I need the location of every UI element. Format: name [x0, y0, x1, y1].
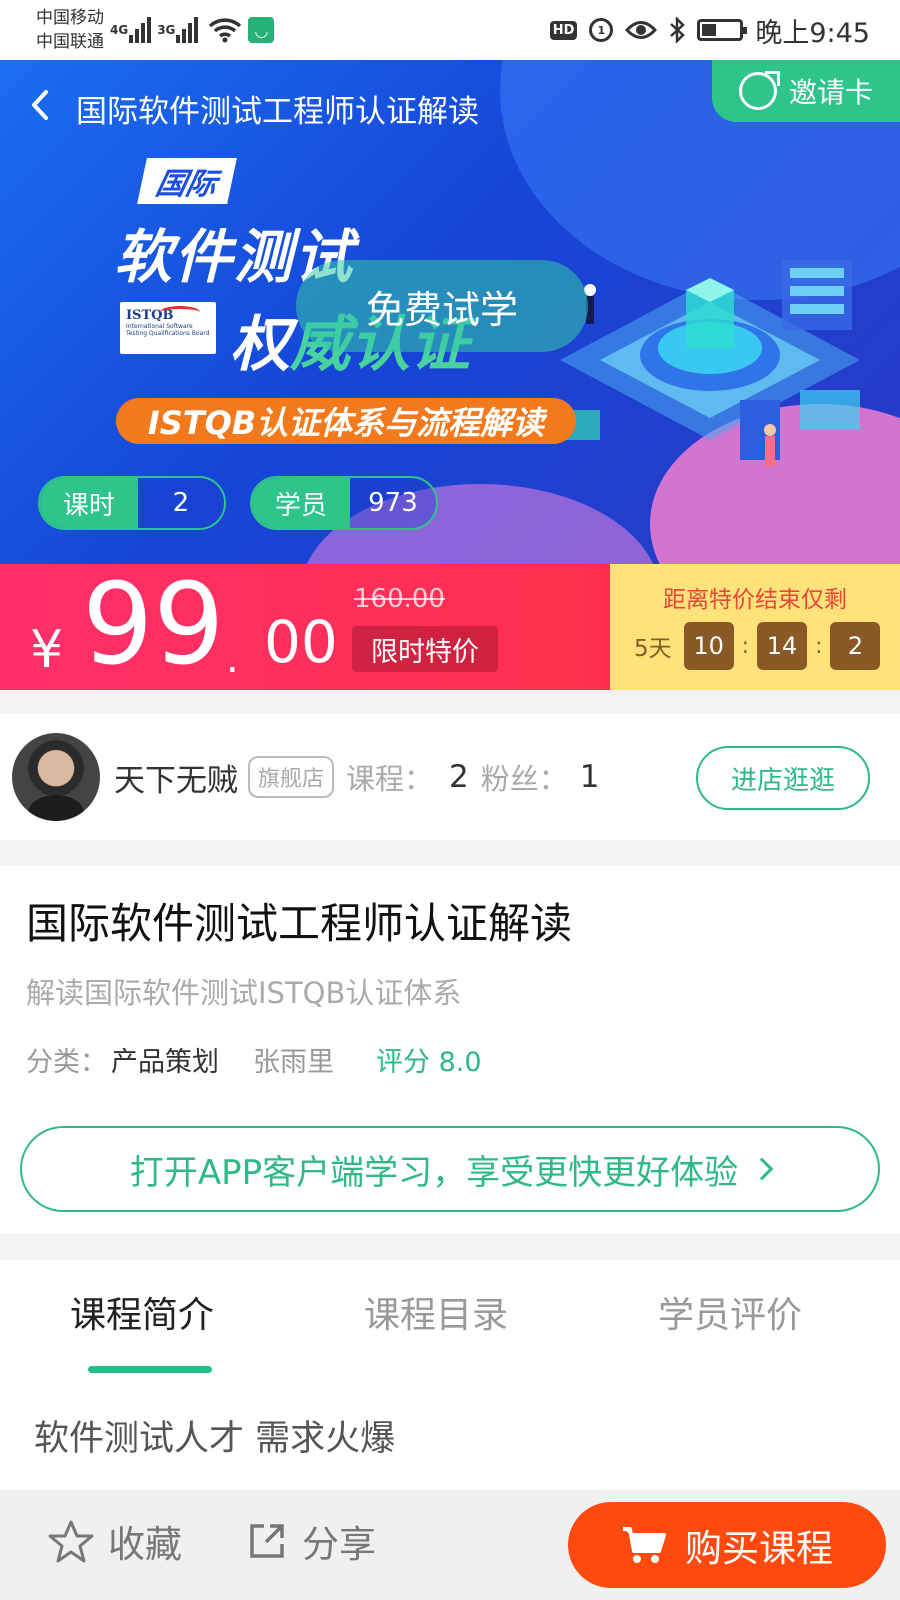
lessons-stat: 课时 2 — [38, 476, 226, 530]
countdown: 距离特价结束仅剩 5天 10 : 14 : 2 — [610, 564, 900, 690]
buy-course-button[interactable]: 购买课程 — [568, 1502, 886, 1588]
eye-comfort-icon — [625, 21, 658, 39]
share-icon — [250, 1524, 284, 1558]
invite-card-button[interactable]: 邀请卡 — [712, 60, 900, 122]
teacher-name: 张雨里 — [253, 1047, 334, 1078]
banner-tagline: ISTQB认证体系与流程解读 — [116, 398, 576, 444]
banner-badge: 国际 — [137, 158, 237, 204]
courses-label: 课程： — [346, 762, 434, 796]
signal-4g-icon: 4G — [110, 17, 152, 43]
price-bar: ¥ 99 . 00 160.00 限时特价 距离特价结束仅剩 5天 10 : 1… — [0, 560, 900, 690]
carrier-2: 中国联通 — [36, 32, 104, 52]
clock: 晚上9:45 — [755, 17, 870, 49]
course-meta: 分类： 产品策划 张雨里 评分 8.0 — [26, 1040, 482, 1079]
course-rating: 评分 8.0 — [376, 1047, 482, 1078]
countdown-minutes: 14 — [757, 622, 808, 670]
cart-icon — [623, 1527, 666, 1563]
flagship-badge: 旗舰店 — [248, 756, 335, 798]
free-trial-button[interactable]: 免费试学 — [296, 260, 588, 352]
countdown-seconds: 2 — [830, 622, 881, 670]
visit-shop-button[interactable]: 进店逛逛 — [696, 746, 870, 810]
course-title: 国际软件测试工程师认证解读 — [26, 899, 573, 948]
price-integer: 99 — [82, 560, 225, 690]
battery-icon — [697, 19, 748, 41]
limited-offer-tag: 限时特价 — [352, 626, 498, 672]
shop-name[interactable]: 天下无贼 — [114, 755, 238, 800]
bluetooth-icon — [670, 17, 686, 43]
star-icon — [48, 1520, 94, 1563]
invite-label: 邀请卡 — [788, 76, 873, 109]
course-tabs: 课程简介 课程目录 学员评价 软件测试人才 需求火爆 — [0, 1260, 900, 1492]
countdown-title: 距离特价结束仅剩 — [663, 587, 847, 613]
carrier-names: 中国移动 中国联通 — [36, 6, 104, 54]
tab-catalog[interactable]: 课程目录 — [364, 1286, 508, 1338]
signal-3g-icon: 3G — [157, 17, 199, 43]
active-tab-indicator — [88, 1366, 212, 1373]
status-bar: 中国移动 中国联通 4G 3G ◡ HD 1 晚上9:45 — [0, 0, 900, 60]
original-price: 160.00 — [354, 584, 445, 614]
category-value: 产品策划 — [111, 1047, 219, 1078]
category-label: 分类： — [26, 1047, 107, 1078]
favorite-label: 收藏 — [108, 1523, 182, 1566]
course-banner: 国际软件测试工程师认证解读 邀请卡 国际 软件测试 ISTQB Internat… — [0, 60, 900, 564]
page-title: 国际软件测试工程师认证解读 — [76, 94, 479, 130]
wifi-icon — [209, 18, 242, 43]
open-app-button[interactable]: 打开APP客户端学习，享受更快更好体验 — [20, 1126, 880, 1212]
course-subtitle: 解读国际软件测试ISTQB认证体系 — [26, 976, 462, 1010]
shop-row: 天下无贼 旗舰店 课程： 2 粉丝： 1 进店逛逛 — [0, 714, 900, 840]
avatar[interactable] — [12, 733, 100, 821]
tab-intro[interactable]: 课程简介 — [70, 1286, 214, 1338]
isometric-platform-illustration — [540, 260, 860, 466]
data-saver-icon: 1 — [589, 18, 614, 42]
countdown-days: 5天 — [634, 636, 672, 662]
courses-count: 2 — [449, 759, 469, 795]
back-arrow-icon[interactable] — [26, 86, 54, 124]
students-stat: 学员 973 — [250, 476, 438, 530]
share-button[interactable]: 分享 — [246, 1514, 376, 1568]
sale-price: ¥ 99 . 00 160.00 限时特价 — [0, 560, 610, 690]
buy-label: 购买课程 — [685, 1527, 833, 1570]
course-info: 国际软件测试工程师认证解读 解读国际软件测试ISTQB认证体系 分类： 产品策划… — [0, 866, 900, 1234]
tab-reviews[interactable]: 学员评价 — [658, 1286, 802, 1338]
open-app-label: 打开APP客户端学习，享受更快更好体验 — [129, 1152, 739, 1193]
hd-icon: HD — [549, 20, 578, 40]
price-dot: . — [226, 636, 239, 682]
invite-icon — [738, 71, 780, 110]
istqb-logo: ISTQB International Software Testing Qua… — [120, 302, 216, 354]
favorite-button[interactable]: 收藏 — [48, 1514, 182, 1568]
share-label: 分享 — [302, 1523, 376, 1566]
price-decimal: 00 — [264, 608, 338, 676]
fans-label: 粉丝： — [480, 762, 568, 796]
carrier-1: 中国移动 — [36, 8, 104, 28]
chevron-right-icon — [750, 1157, 774, 1181]
intro-heading: 软件测试人才 需求火爆 — [34, 1419, 396, 1459]
currency-symbol: ¥ — [30, 620, 64, 680]
app-notification-icon: ◡ — [248, 17, 275, 43]
countdown-hours: 10 — [683, 622, 734, 670]
bottom-action-bar: 收藏 分享 购买课程 — [0, 1490, 900, 1600]
fans-count: 1 — [579, 759, 600, 795]
